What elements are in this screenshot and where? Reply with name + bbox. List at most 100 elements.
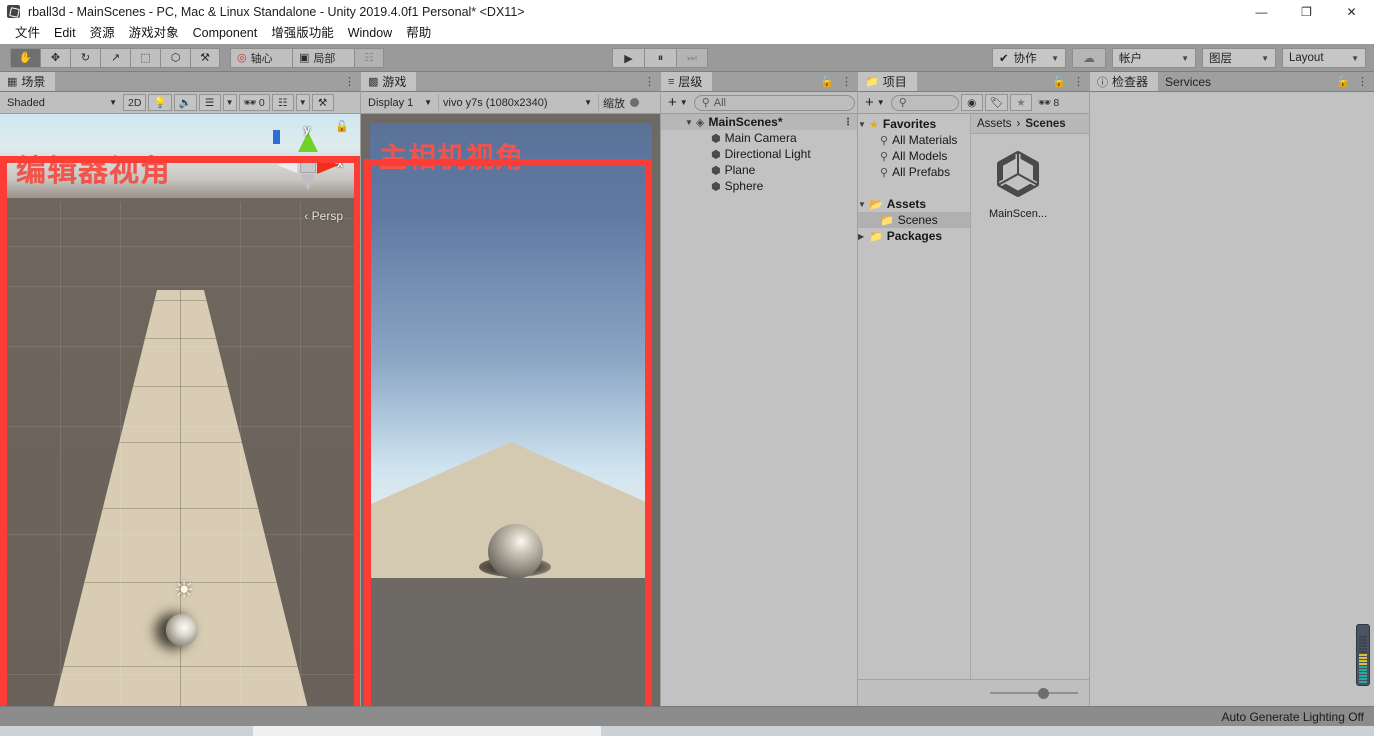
step-button[interactable]: ⏭ — [676, 48, 708, 68]
audio-icon[interactable]: 🔈 — [173, 94, 197, 111]
menu-help[interactable]: 帮助 — [399, 23, 438, 44]
menu-window[interactable]: Window — [341, 23, 399, 44]
hierarchy-item-main-camera[interactable]: ⬢ Main Camera — [661, 130, 858, 146]
lighting-icon[interactable]: 💡 — [148, 94, 172, 111]
project-tree-favorites[interactable]: ▼ ★ Favorites — [858, 116, 970, 132]
move-tool-icon[interactable]: ✥ — [40, 47, 70, 68]
layout-dropdown[interactable]: Layout ▼ — [1282, 48, 1366, 68]
transform-tool-icon[interactable]: ⬡ — [160, 47, 190, 68]
slider-knob[interactable] — [1038, 688, 1049, 699]
menu-enhanced[interactable]: 增强版功能 — [264, 23, 341, 44]
game-viewport[interactable]: 主相机视角 — [361, 114, 661, 706]
lock-icon[interactable]: 🔓 — [820, 75, 834, 88]
gamepad-icon: ▩ — [368, 76, 379, 88]
tab-services[interactable]: Services — [1158, 72, 1222, 91]
hierarchy-add-button[interactable]: + ▼ — [664, 94, 692, 111]
scale-knob[interactable] — [630, 98, 639, 107]
filter-type-icon[interactable]: ◉ — [960, 94, 983, 111]
tab-game[interactable]: ▩ 游戏 — [361, 72, 417, 91]
asset-item[interactable]: MainScen... — [987, 146, 1049, 220]
tab-scene[interactable]: ▦ 场景 — [0, 72, 56, 91]
directional-light-gizmo-icon[interactable]: ☀ — [171, 578, 197, 604]
kebab-menu-icon[interactable]: ⋮ — [1357, 75, 1368, 88]
kebab-menu-icon[interactable]: ⋮ — [1073, 75, 1084, 88]
kebab-menu-icon[interactable]: ⋮ — [841, 75, 852, 88]
project-tree-scenes[interactable]: 📁 Scenes — [858, 212, 970, 228]
gameobject-icon: ⬢ — [711, 180, 721, 193]
tab-project[interactable]: 📁 项目 — [858, 72, 917, 91]
rotate-tool-icon[interactable]: ↻ — [70, 47, 100, 68]
kebab-menu-icon[interactable]: ⋮ — [843, 117, 853, 128]
minimize-button[interactable]: — — [1239, 0, 1284, 23]
hierarchy-item-plane[interactable]: ⬢ Plane — [661, 162, 858, 178]
grid-snap-icon[interactable]: ☷ — [354, 47, 384, 68]
hierarchy-search-input[interactable]: ⚲ All — [693, 94, 855, 111]
toggle-2d-button[interactable]: 2D — [123, 94, 147, 111]
scene-viewport[interactable]: ☀ 编辑器视角 🔓 y x ‹ Persp — [0, 114, 361, 706]
scene-tools-icon[interactable]: ⚒ — [311, 94, 334, 111]
draw-mode-dropdown[interactable]: Shaded ▼ — [3, 94, 121, 111]
expand-triangle-icon[interactable]: ▼ — [858, 200, 869, 209]
project-tree-label: All Models — [892, 149, 948, 163]
breadcrumb-root[interactable]: Assets — [977, 118, 1012, 130]
cloud-icon[interactable]: ☁ — [1072, 48, 1106, 68]
tab-inspector[interactable]: ⓘ 检查器 — [1090, 72, 1159, 91]
kebab-menu-icon[interactable]: ⋮ — [344, 75, 355, 88]
collapse-triangle-icon[interactable]: ▶ — [858, 232, 869, 241]
hierarchy-item-directional-light[interactable]: ⬢ Directional Light — [661, 146, 858, 162]
project-tree-label: Assets — [886, 197, 927, 211]
scene-orientation-gizmo[interactable]: y x — [273, 124, 343, 200]
scene-projection-label[interactable]: ‹ Persp — [304, 209, 343, 223]
taskbar-active-window[interactable] — [253, 726, 601, 736]
project-tree-all-prefabs[interactable]: ⚲ All Prefabs — [858, 164, 970, 180]
layers-dropdown[interactable]: 图层 ▼ — [1202, 48, 1276, 68]
project-zoom-slider[interactable] — [858, 679, 1090, 706]
collab-dropdown[interactable]: ✔ 协作 ▼ — [992, 48, 1066, 68]
close-button[interactable]: ✕ — [1329, 0, 1374, 23]
effects-icon[interactable]: ☰ — [198, 94, 221, 111]
slider-track[interactable] — [990, 688, 1078, 699]
project-tree-assets[interactable]: ▼ 📂 Assets — [858, 196, 970, 212]
pivot-toggle[interactable]: ◎ 轴心 — [230, 47, 292, 68]
scale-slider[interactable]: 缩放 — [598, 94, 643, 111]
tab-hierarchy[interactable]: ≡ 层级 — [661, 72, 713, 91]
star-icon[interactable]: ★ — [1010, 94, 1033, 111]
gizmos-icon[interactable]: ☷ — [271, 94, 294, 111]
menu-gameobject[interactable]: 游戏对象 — [122, 23, 186, 44]
gizmos-dropdown-icon[interactable]: ▼ — [295, 94, 310, 111]
play-button[interactable]: ▶ — [612, 48, 644, 68]
menu-assets[interactable]: 资源 — [83, 23, 122, 44]
project-tree-packages[interactable]: ▶ 📁 Packages — [858, 228, 970, 244]
pause-button[interactable]: ⏸ — [644, 48, 676, 68]
gizmo-neg-x-axis — [277, 157, 297, 173]
menu-file[interactable]: 文件 — [8, 23, 47, 44]
menu-edit[interactable]: Edit — [47, 23, 83, 44]
space-toggle[interactable]: ▣ 局部 — [292, 47, 354, 68]
hierarchy-item-sphere[interactable]: ⬢ Sphere — [661, 178, 858, 194]
maximize-button[interactable]: ❐ — [1284, 0, 1329, 23]
filter-label-icon[interactable]: 🏷 — [984, 94, 1009, 111]
project-tree-all-materials[interactable]: ⚲ All Materials — [858, 132, 970, 148]
lock-icon[interactable]: 🔓 — [1336, 75, 1350, 88]
menu-component[interactable]: Component — [186, 23, 265, 44]
hidden-objects-toggle[interactable]: 🕶 0 — [238, 94, 270, 111]
hand-tool-icon[interactable]: ✋ — [10, 47, 40, 68]
project-tree-all-models[interactable]: ⚲ All Models — [858, 148, 970, 164]
expand-triangle-icon[interactable]: ▼ — [685, 118, 696, 127]
lock-icon[interactable]: 🔓 — [1052, 75, 1066, 88]
project-add-button[interactable]: + ▼ — [861, 94, 889, 111]
scale-tool-icon[interactable]: ↗ — [100, 47, 130, 68]
project-search-input[interactable]: ⚲ — [890, 94, 959, 111]
expand-triangle-icon[interactable]: ▼ — [858, 120, 869, 129]
rect-tool-icon[interactable]: ⬚ — [130, 47, 160, 68]
account-dropdown[interactable]: 帐户 ▼ — [1112, 48, 1196, 68]
hierarchy-scene-row[interactable]: ▼ ◈ MainScenes* ⋮ — [661, 114, 858, 130]
display-dropdown[interactable]: Display 1 ▼ — [364, 94, 436, 111]
resolution-dropdown[interactable]: vivo y7s (1080x2340) ▼ — [438, 94, 596, 111]
kebab-menu-icon[interactable]: ⋮ — [644, 75, 655, 88]
audio-level-meter[interactable] — [1356, 624, 1370, 686]
custom-editor-tool-icon[interactable]: ⚒ — [190, 47, 220, 68]
effects-dropdown-icon[interactable]: ▼ — [222, 94, 237, 111]
hidden-packages-toggle[interactable]: 🕶 8 — [1034, 94, 1063, 111]
scene-sphere-object[interactable] — [166, 614, 198, 646]
